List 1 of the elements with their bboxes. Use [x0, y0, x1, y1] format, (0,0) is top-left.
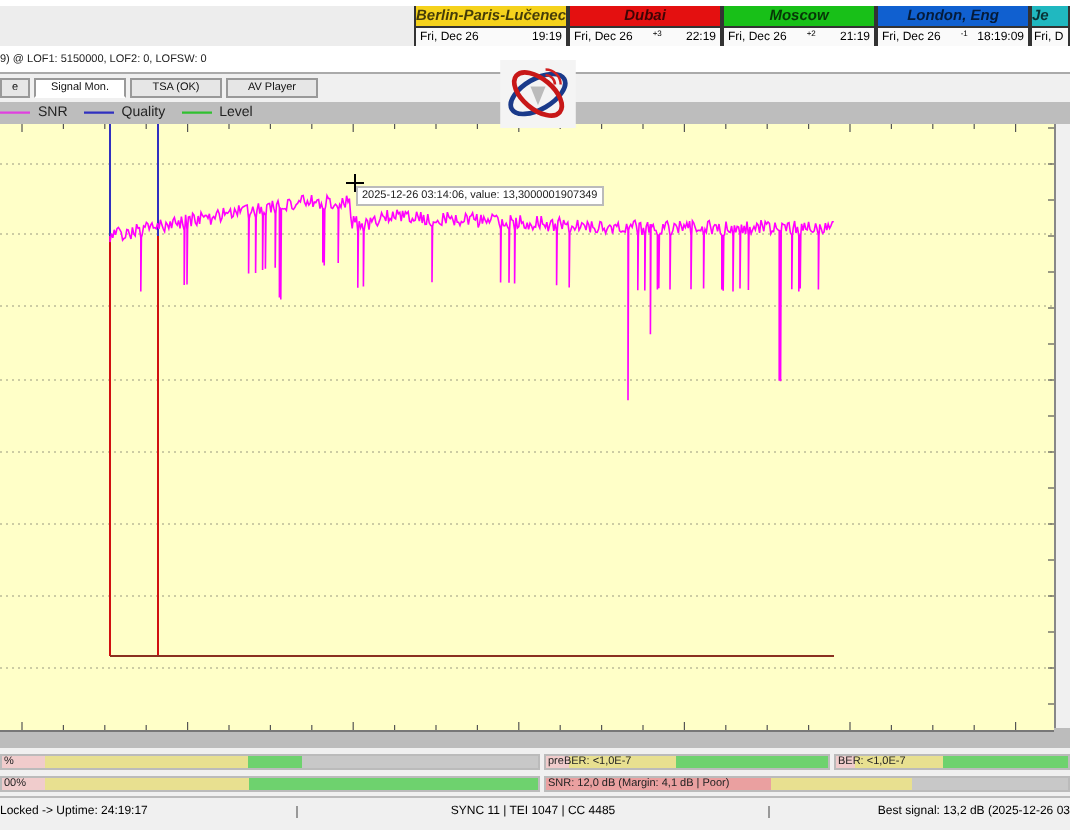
crosshair-icon [346, 174, 364, 192]
